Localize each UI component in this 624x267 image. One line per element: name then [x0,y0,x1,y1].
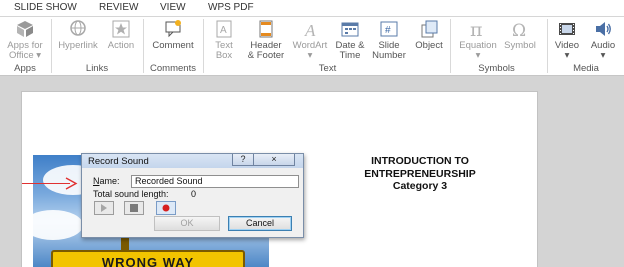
slide-title-line-3: Category 3 [392,180,448,192]
comment-label: Comment [152,40,194,51]
video-dropdown-arrow: ▾ [564,50,570,61]
action-button[interactable]: Action [104,19,138,51]
cancel-button[interactable]: Cancel [228,216,292,231]
apps-dropdown-arrow: ▾ [36,50,42,61]
play-icon [101,204,107,212]
play-button[interactable] [94,201,114,215]
name-label: Name: [93,176,120,186]
slide-number-icon: # [380,21,398,37]
comment-button[interactable]: Comment [147,19,199,51]
total-length-label: Total sound length: [93,189,169,199]
header-footer-button[interactable]: Header & Footer [244,19,288,61]
speaker-icon [596,22,611,36]
action-label: Action [107,40,135,51]
record-sound-dialog: Record Sound ? × Name: Recorded Sound To… [81,153,304,238]
equation-button[interactable]: π Equation ▾ [455,19,501,61]
tab-slide-show[interactable]: SLIDE SHOW [14,2,77,13]
slide-title-line-2: ENTREPRENEURSHIP [364,167,476,180]
slide-title-line-1: INTRODUCTION TO [371,155,469,167]
group-label-links: Links [85,63,109,74]
close-button[interactable]: × [253,154,295,166]
text-box-icon: A [216,20,232,38]
group-label-text: Text [318,63,337,74]
group-separator [547,19,548,73]
apps-label-line2: Office [8,50,34,61]
symbol-button[interactable]: Ω Symbol [502,19,538,51]
hyperlink-button[interactable]: Hyperlink [55,19,101,51]
object-label: Object [415,40,443,51]
ribbon: Apps for Office ▾ Apps Hyperlink Action … [0,17,624,76]
group-separator [51,19,52,73]
help-button[interactable]: ? [232,154,254,166]
globe-link-icon [70,20,86,36]
group-label-apps: Apps [14,63,36,74]
hyperlink-label: Hyperlink [58,40,98,51]
symbol-label: Symbol [504,40,536,51]
action-star-icon [112,20,130,38]
slide-title[interactable]: INTRODUCTION TO ENTREPRENEURSHIP Categor… [325,155,515,193]
name-input[interactable]: Recorded Sound [131,175,299,188]
wordart-dropdown-arrow: ▾ [307,50,313,61]
apps-for-office-button[interactable]: Apps for Office ▾ [4,19,46,61]
text-box-label-2: Box [215,50,233,61]
video-button[interactable]: Video ▾ [552,19,582,61]
ok-button[interactable]: OK [154,216,220,231]
group-separator [450,19,451,73]
omega-icon: Ω [512,21,526,39]
tab-wps-pdf[interactable]: WPS PDF [208,2,254,13]
group-separator [143,19,144,73]
wordart-icon: A [304,21,316,39]
object-button[interactable]: Object [412,19,446,51]
record-button[interactable] [156,201,176,215]
wordart-button[interactable]: A WordArt ▾ [290,19,330,61]
ribbon-tab-bar: SLIDE SHOW REVIEW VIEW WPS PDF [0,0,624,17]
name-label-rest: ame: [99,176,120,186]
date-time-label-2: Time [339,50,361,61]
svg-text:A: A [304,21,316,39]
header-footer-icon [259,20,273,38]
svg-text:A: A [220,25,227,36]
slide-number-label-2: Number [372,50,406,61]
tab-review[interactable]: REVIEW [99,2,138,13]
equation-dropdown-arrow: ▾ [475,50,481,61]
object-icon [421,20,438,38]
date-time-button[interactable]: Date & Time [333,19,367,61]
stop-button[interactable] [124,201,144,215]
total-length-value: 0 [191,189,197,199]
group-label-media: Media [573,63,599,74]
dialog-title: Record Sound [88,156,149,167]
group-label-comments: Comments [150,63,196,74]
group-label-symbols: Symbols [478,63,515,74]
group-separator [203,19,204,73]
header-footer-label-2: & Footer [247,50,285,61]
svg-text:Ω: Ω [512,21,526,39]
dialog-titlebar[interactable]: Record Sound ? × [82,154,303,168]
stop-icon [130,204,138,212]
slide-number-button[interactable]: # Slide Number [370,19,408,61]
film-icon [559,23,575,35]
annotation-arrow-line [22,183,70,184]
comment-icon [165,20,181,38]
svg-text:π: π [470,19,483,39]
record-icon [162,204,170,212]
svg-text:#: # [385,25,391,36]
audio-dropdown-arrow: ▾ [600,50,606,61]
calendar-icon [341,22,359,37]
annotation-arrow-head [65,177,78,190]
road-sign: WRONG WAY [51,250,245,267]
pi-icon: π [470,19,483,39]
cloud-shape [33,210,83,240]
tab-view[interactable]: VIEW [160,2,186,13]
audio-button[interactable]: Audio ▾ [587,19,619,61]
text-box-button[interactable]: A Text Box [209,19,239,61]
apps-for-office-icon [17,21,33,37]
